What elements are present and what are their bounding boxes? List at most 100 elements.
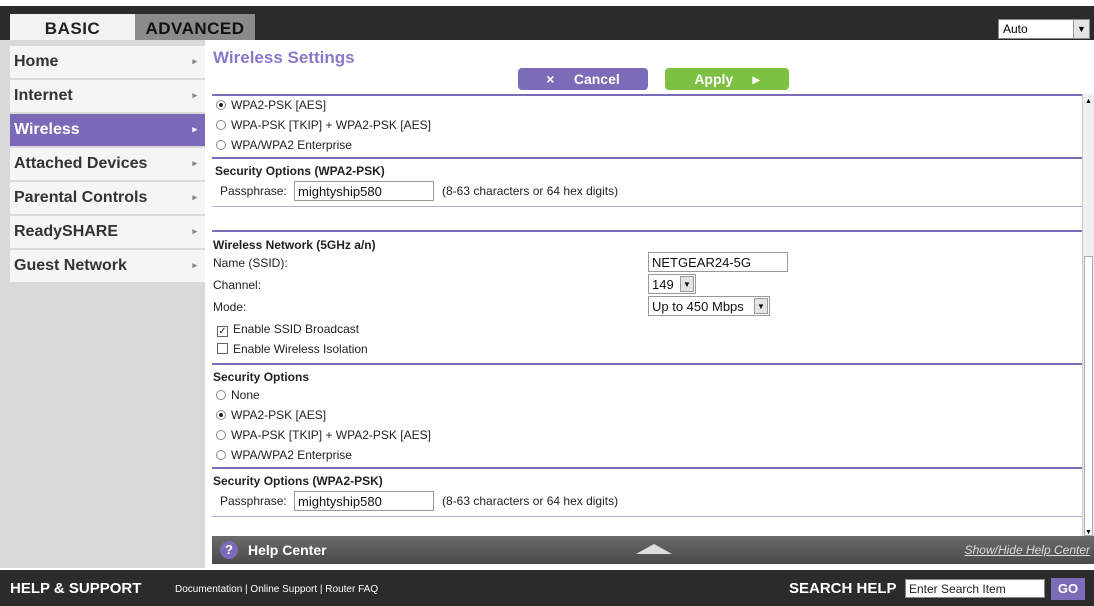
chevron-right-icon: ▸ <box>752 71 760 87</box>
sidebar-item-home[interactable]: Home ▸ <box>10 46 205 78</box>
documentation-link[interactable]: Documentation <box>175 584 242 595</box>
radio-enterprise-24[interactable]: WPA/WPA2 Enterprise <box>216 138 352 152</box>
divider <box>212 206 1084 207</box>
sidebar-item-internet[interactable]: Internet ▸ <box>10 80 205 112</box>
router-faq-link[interactable]: Router FAQ <box>325 584 378 595</box>
passphrase-hint: (8-63 characters or 64 hex digits) <box>442 184 619 198</box>
radio-none-5g[interactable]: None <box>216 388 260 402</box>
chevron-down-icon[interactable]: ▼ <box>680 276 694 292</box>
radio-label: WPA-PSK [TKIP] + WPA2-PSK [AES] <box>231 428 431 442</box>
passphrase-label: Passphrase: <box>220 494 287 508</box>
radio-selected-icon <box>216 100 226 110</box>
chevron-right-icon: ▸ <box>192 192 197 202</box>
radio-icon <box>216 450 226 460</box>
ssid-label: Name (SSID): <box>213 256 288 270</box>
radio-wpa2-psk-24[interactable]: WPA2-PSK [AES] <box>216 98 326 112</box>
footer: HELP & SUPPORT Documentation | Online Su… <box>0 570 1094 606</box>
section-heading: Security Options (WPA2-PSK) <box>215 164 385 178</box>
sidebar-item-label: Internet <box>14 87 73 104</box>
sidebar-item-label: Parental Controls <box>14 189 148 206</box>
sidebar-item-wireless[interactable]: Wireless ▸ <box>10 114 205 146</box>
page-title: Wireless Settings <box>213 48 355 67</box>
search-input[interactable]: Enter Search Item <box>905 579 1045 598</box>
radio-icon <box>216 120 226 130</box>
checkbox-checked-icon: ✓ <box>217 326 228 337</box>
cancel-button[interactable]: × Cancel <box>518 68 648 90</box>
sidebar-item-label: Attached Devices <box>14 155 148 172</box>
chevron-right-icon: ▸ <box>192 124 197 134</box>
ssid-input-5g[interactable]: NETGEAR24-5G <box>648 252 788 272</box>
section-heading: Wireless Network (5GHz a/n) <box>213 238 376 252</box>
radio-selected-icon <box>216 410 226 420</box>
tab-advanced[interactable]: ADVANCED <box>135 14 255 42</box>
sidebar-item-label: Guest Network <box>14 257 127 274</box>
sidebar-item-attached-devices[interactable]: Attached Devices ▸ <box>10 148 205 180</box>
checkbox-label: Enable Wireless Isolation <box>233 342 368 356</box>
help-center-bar[interactable]: ? Help Center Show/Hide Help Center <box>212 536 1094 564</box>
sidebar: Home ▸ Internet ▸ Wireless ▸ Attached De… <box>0 40 205 568</box>
tab-basic[interactable]: BASIC <box>10 14 135 42</box>
enable-wireless-isolation-checkbox[interactable]: Enable Wireless Isolation <box>217 342 368 356</box>
apply-button[interactable]: Apply ▸ <box>665 68 789 90</box>
mode-label: Mode: <box>213 300 247 314</box>
passphrase-input-5g[interactable]: mightyship580 <box>294 491 434 511</box>
language-select-value: Auto <box>1003 22 1028 36</box>
apply-button-label: Apply <box>694 71 734 87</box>
scroll-up-icon[interactable]: ▲ <box>1083 96 1094 107</box>
passphrase-input-24[interactable]: mightyship580 <box>294 181 434 201</box>
channel-select-5g[interactable]: 149 ▼ <box>648 274 696 294</box>
mode-select-5g[interactable]: Up to 450 Mbps ▼ <box>648 296 770 316</box>
settings-scroll-pane[interactable]: WPA2-PSK [AES] WPA-PSK [TKIP] + WPA2-PSK… <box>212 94 1084 534</box>
section-heading: Security Options <box>213 370 310 384</box>
checkbox-label: Enable SSID Broadcast <box>233 322 360 336</box>
radio-enterprise-5g[interactable]: WPA/WPA2 Enterprise <box>216 448 352 462</box>
top-bar: BASIC ADVANCED Auto ▼ <box>0 0 1094 42</box>
go-button[interactable]: GO <box>1051 578 1085 600</box>
help-center-title: Help Center <box>248 542 327 558</box>
show-hide-help-link[interactable]: Show/Hide Help Center <box>965 543 1090 557</box>
checkbox-icon <box>217 343 228 354</box>
cancel-button-label: Cancel <box>573 71 620 87</box>
footer-links: Documentation | Online Support | Router … <box>175 584 379 595</box>
language-select[interactable]: Auto ▼ <box>998 19 1090 39</box>
channel-select-value: 149 <box>652 277 674 292</box>
chevron-right-icon: ▸ <box>192 56 197 66</box>
sidebar-item-parental-controls[interactable]: Parental Controls ▸ <box>10 182 205 214</box>
radio-label: WPA2-PSK [AES] <box>231 408 327 422</box>
chevron-down-icon[interactable]: ▼ <box>1073 20 1089 38</box>
divider <box>212 467 1084 469</box>
radio-icon <box>216 140 226 150</box>
radio-label: WPA-PSK [TKIP] + WPA2-PSK [AES] <box>231 118 431 132</box>
channel-label: Channel: <box>213 278 262 292</box>
chevron-down-icon[interactable]: ▼ <box>754 298 768 314</box>
radio-label: WPA2-PSK [AES] <box>231 98 327 112</box>
chevron-right-icon: ▸ <box>192 90 197 100</box>
expand-up-icon[interactable] <box>636 544 672 554</box>
sidebar-item-readyshare[interactable]: ReadySHARE ▸ <box>10 216 205 248</box>
radio-wpa-mixed-24[interactable]: WPA-PSK [TKIP] + WPA2-PSK [AES] <box>216 118 431 132</box>
passphrase-hint: (8-63 characters or 64 hex digits) <box>442 494 619 508</box>
radio-icon <box>216 430 226 440</box>
sidebar-item-label: Home <box>14 53 59 70</box>
sidebar-item-guest-network[interactable]: Guest Network ▸ <box>10 250 205 282</box>
section-heading: Security Options (WPA2-PSK) <box>213 474 383 488</box>
sidebar-item-label: ReadySHARE <box>14 223 119 240</box>
search-help-label: SEARCH HELP <box>789 580 897 597</box>
online-support-link[interactable]: Online Support <box>250 584 317 595</box>
sidebar-item-label: Wireless <box>14 121 80 138</box>
radio-wpa2-psk-5g[interactable]: WPA2-PSK [AES] <box>216 408 326 422</box>
radio-label: WPA/WPA2 Enterprise <box>231 448 352 462</box>
passphrase-label: Passphrase: <box>220 184 287 198</box>
main-panel: Wireless Settings × Cancel Apply ▸ WPA2-… <box>205 40 1094 540</box>
enable-ssid-broadcast-checkbox[interactable]: ✓ Enable SSID Broadcast <box>217 322 359 337</box>
close-icon: × <box>546 71 555 87</box>
radio-label: WPA/WPA2 Enterprise <box>231 138 352 152</box>
radio-icon <box>216 390 226 400</box>
vertical-scrollbar[interactable]: ▲ ▼ <box>1082 94 1094 540</box>
radio-wpa-mixed-5g[interactable]: WPA-PSK [TKIP] + WPA2-PSK [AES] <box>216 428 431 442</box>
radio-label: None <box>231 388 260 402</box>
chevron-right-icon: ▸ <box>192 226 197 236</box>
scrollbar-thumb[interactable] <box>1084 256 1093 536</box>
chevron-right-icon: ▸ <box>192 260 197 270</box>
chevron-right-icon: ▸ <box>192 158 197 168</box>
